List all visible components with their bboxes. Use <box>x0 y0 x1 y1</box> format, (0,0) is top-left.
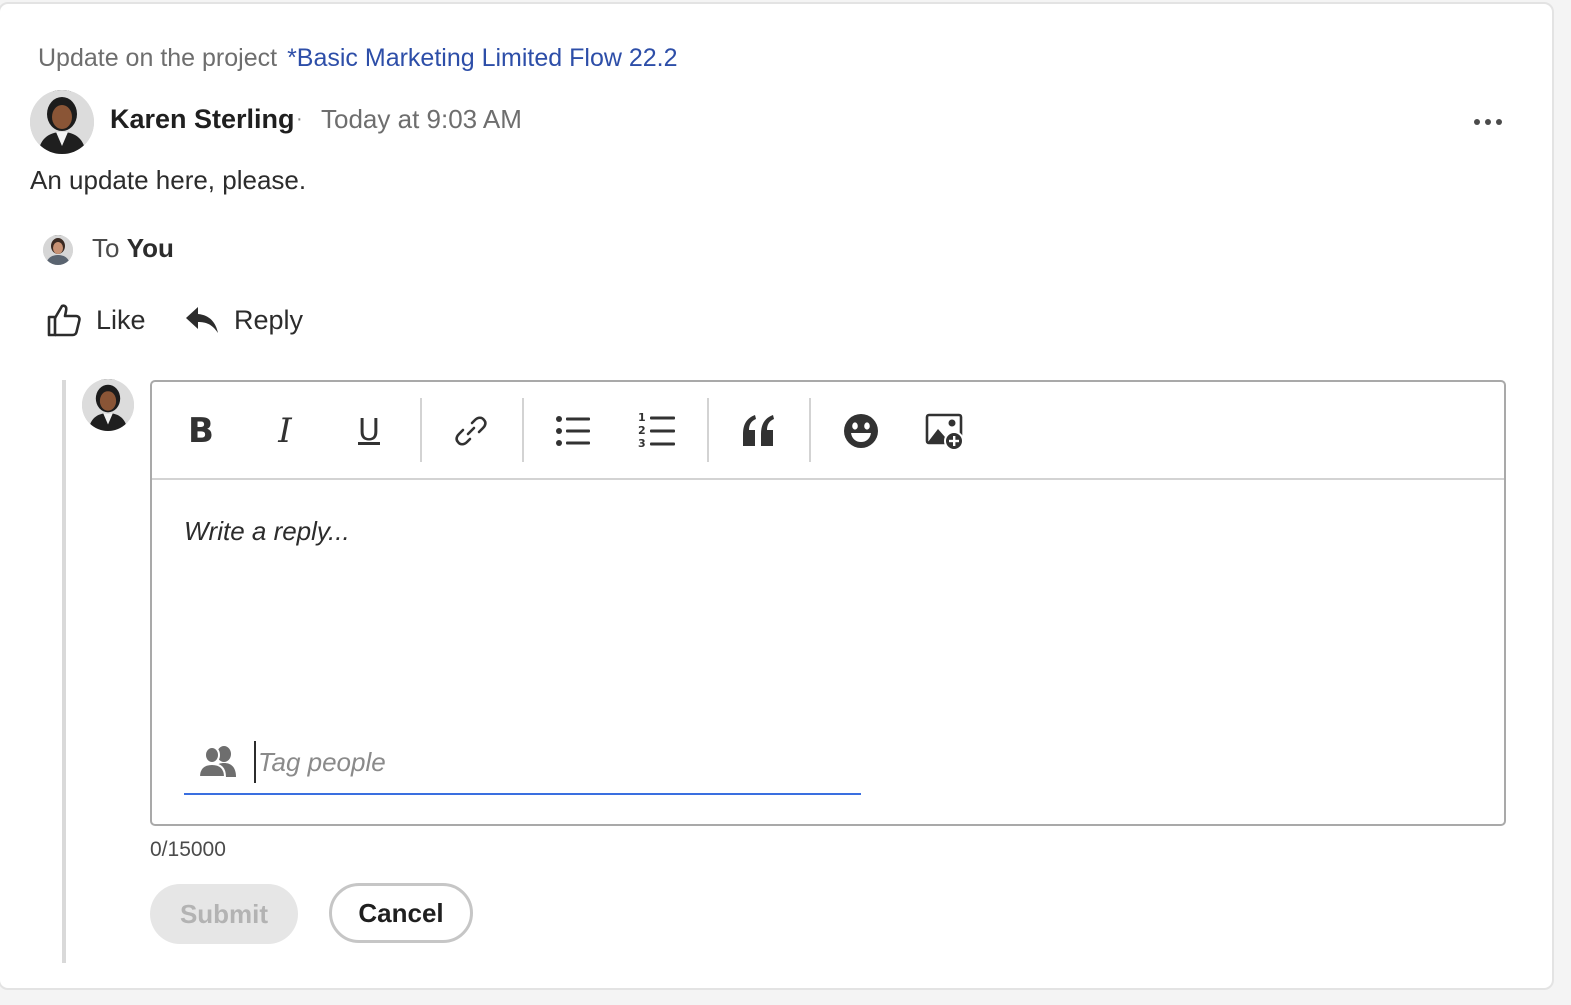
submit-button[interactable]: Submit <box>150 884 298 944</box>
to-label: To <box>92 233 120 263</box>
thread-indent-line <box>62 380 66 963</box>
reply-editor: B I U 1 2 3 Write a reply... Tag people <box>150 380 1506 826</box>
author-name[interactable]: Karen Sterling <box>110 104 295 135</box>
character-counter: 0/15000 <box>150 838 226 861</box>
context-prefix: Update on the project <box>38 44 278 72</box>
thumbs-up-icon <box>47 304 81 337</box>
bold-icon[interactable]: B <box>176 406 226 456</box>
svg-text:2: 2 <box>638 424 646 437</box>
bulleted-list-icon[interactable] <box>548 406 598 456</box>
numbered-list-icon[interactable]: 123 <box>632 406 682 456</box>
svg-text:1: 1 <box>638 411 646 424</box>
reply-textarea-placeholder[interactable]: Write a reply... <box>184 516 350 547</box>
tag-people-field[interactable] <box>184 737 861 795</box>
recipient-name: You <box>126 233 174 263</box>
more-options-icon[interactable] <box>1466 104 1510 140</box>
comment-card: Update on the project *Basic Marketing Li… <box>0 2 1554 990</box>
tag-people-input[interactable] <box>254 741 860 783</box>
editor-toolbar: B I U 1 2 3 <box>152 382 1504 480</box>
like-button[interactable]: Like <box>46 302 146 338</box>
svg-text:3: 3 <box>638 437 646 450</box>
toolbar-divider <box>707 398 709 462</box>
author-avatar[interactable] <box>30 90 94 154</box>
toolbar-divider <box>522 398 524 462</box>
current-user-avatar <box>82 379 134 431</box>
people-icon <box>198 746 236 778</box>
reply-arrow-icon <box>186 307 218 333</box>
separator-dot: · <box>296 108 303 130</box>
comment-context: Update on the project *Basic Marketing Li… <box>38 44 678 73</box>
image-add-icon[interactable] <box>920 406 970 456</box>
italic-icon[interactable]: I <box>260 406 310 456</box>
reply-button[interactable]: Reply <box>184 302 303 338</box>
cancel-button[interactable]: Cancel <box>329 883 473 943</box>
link-icon[interactable] <box>446 406 496 456</box>
project-link[interactable]: *Basic Marketing Limited Flow 22.2 <box>287 44 677 72</box>
post-timestamp: Today at 9:03 AM <box>321 104 522 134</box>
recipient-line: To You <box>92 233 174 264</box>
like-label: Like <box>96 304 146 335</box>
comment-body: An update here, please. <box>30 165 307 195</box>
toolbar-divider <box>420 398 422 462</box>
reply-label: Reply <box>234 304 304 335</box>
emoji-icon[interactable] <box>836 406 886 456</box>
toolbar-divider <box>809 398 811 462</box>
underline-icon[interactable]: U <box>344 406 394 456</box>
recipient-avatar <box>43 235 73 265</box>
quote-icon[interactable] <box>734 406 784 456</box>
